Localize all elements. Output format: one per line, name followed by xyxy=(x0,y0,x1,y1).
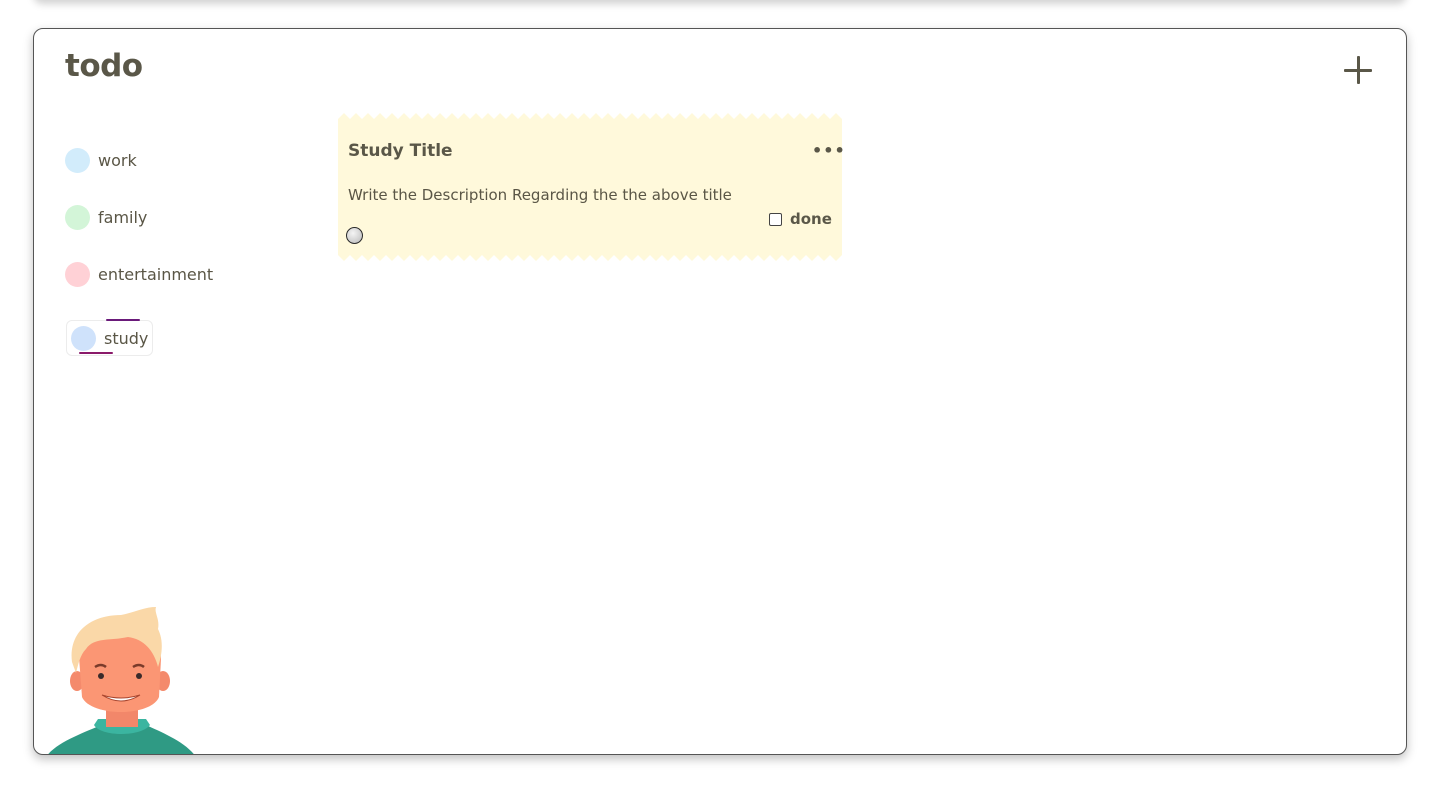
note-card[interactable]: Study Title ••• Write the Description Re… xyxy=(338,113,845,261)
note-description: Write the Description Regarding the the … xyxy=(348,186,732,204)
category-entertainment[interactable]: entertainment xyxy=(65,261,213,287)
category-family[interactable]: family xyxy=(65,204,147,230)
category-work[interactable]: work xyxy=(65,147,137,173)
todo-app: todo work family entertainment study Stu… xyxy=(33,28,1407,755)
category-label: work xyxy=(98,150,137,170)
done-control: done xyxy=(769,210,832,228)
category-label: entertainment xyxy=(98,264,214,284)
done-label: done xyxy=(790,210,832,228)
done-checkbox[interactable] xyxy=(769,212,782,226)
note-title: Study Title xyxy=(348,141,453,161)
active-category-indicator xyxy=(106,319,140,321)
category-label: family xyxy=(98,207,148,227)
category-color-dot xyxy=(65,261,90,287)
app-title: todo xyxy=(65,48,143,84)
category-color-dot xyxy=(71,325,96,351)
category-label: study xyxy=(104,328,149,348)
category-color-dot xyxy=(65,147,90,173)
category-study[interactable]: study xyxy=(66,320,154,356)
user-avatar-illustration xyxy=(48,607,194,754)
active-category-indicator xyxy=(79,352,113,354)
more-horizontal-icon[interactable]: ••• xyxy=(812,143,845,159)
note-category-indicator xyxy=(346,227,363,244)
category-color-dot xyxy=(65,204,90,230)
add-note-button[interactable] xyxy=(1340,52,1376,88)
